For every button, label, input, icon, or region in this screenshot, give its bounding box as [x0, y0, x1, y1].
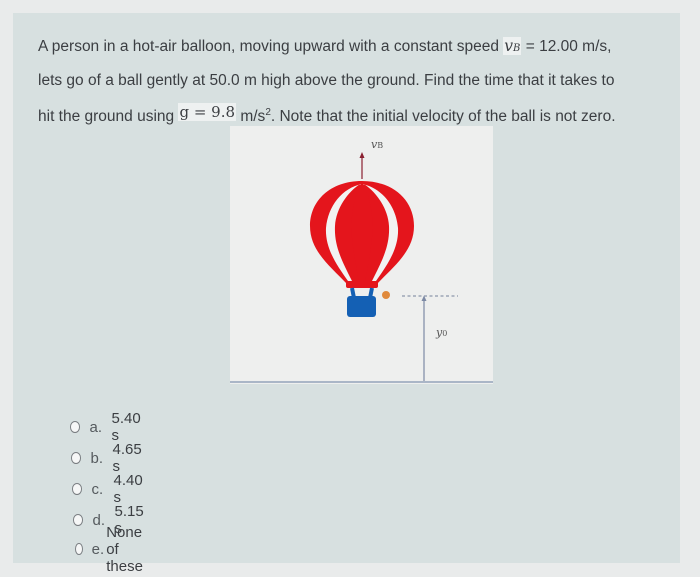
radio-button[interactable]: [70, 421, 81, 433]
question-text-part: A person in a hot-air balloon, moving up…: [38, 38, 504, 55]
vb-subscript: B: [513, 43, 521, 54]
height-label-sub: 0: [442, 329, 448, 338]
option-letter: e.: [91, 540, 105, 558]
option-a[interactable]: a. 5.40 s: [70, 410, 146, 444]
balloon-icon: [310, 181, 414, 299]
ground-line: [230, 381, 493, 383]
question-text-part: . Note that the initial velocity of the …: [270, 108, 616, 126]
option-text: None of these: [106, 523, 143, 575]
question-text: A person in a hot-air balloon, moving up…: [38, 30, 668, 133]
vb-letter: v: [504, 37, 514, 55]
g-expression: g = 9.8: [178, 103, 237, 122]
velocity-label-sub: B: [377, 141, 384, 150]
option-e[interactable]: e. None of these: [75, 524, 159, 575]
option-letter: a.: [89, 418, 102, 436]
basket-icon: [347, 296, 376, 317]
option-c[interactable]: c. 4.40 s: [72, 472, 148, 506]
radio-button[interactable]: [72, 483, 83, 495]
option-text: 4.65 s: [112, 441, 142, 475]
option-letter: c.: [91, 480, 104, 498]
radio-button[interactable]: [71, 452, 82, 464]
question-line-2: lets go of a ball gently at 50.0 m high …: [38, 72, 615, 89]
balloon-diagram: [310, 152, 458, 382]
vb-symbol: vB: [503, 37, 522, 55]
ball-icon: [382, 291, 390, 299]
g-units: m/s: [236, 108, 266, 126]
option-letter: b.: [90, 449, 103, 467]
velocity-arrow-head: [359, 152, 365, 158]
question-line-1: A person in a hot-air balloon, moving up…: [38, 30, 668, 65]
height-label: y0: [436, 326, 447, 339]
option-b[interactable]: b. 4.65 s: [71, 441, 147, 475]
question-text-part: hit the ground using: [38, 108, 179, 126]
vb-value: = 12.00 m/s,: [521, 38, 612, 55]
radio-button[interactable]: [73, 514, 84, 526]
velocity-label: vB: [371, 138, 383, 151]
balloon-figure: vB y0: [230, 126, 493, 384]
option-text: 5.40 s: [111, 410, 141, 444]
option-text: 4.40 s: [113, 472, 143, 506]
radio-button[interactable]: [75, 543, 83, 555]
